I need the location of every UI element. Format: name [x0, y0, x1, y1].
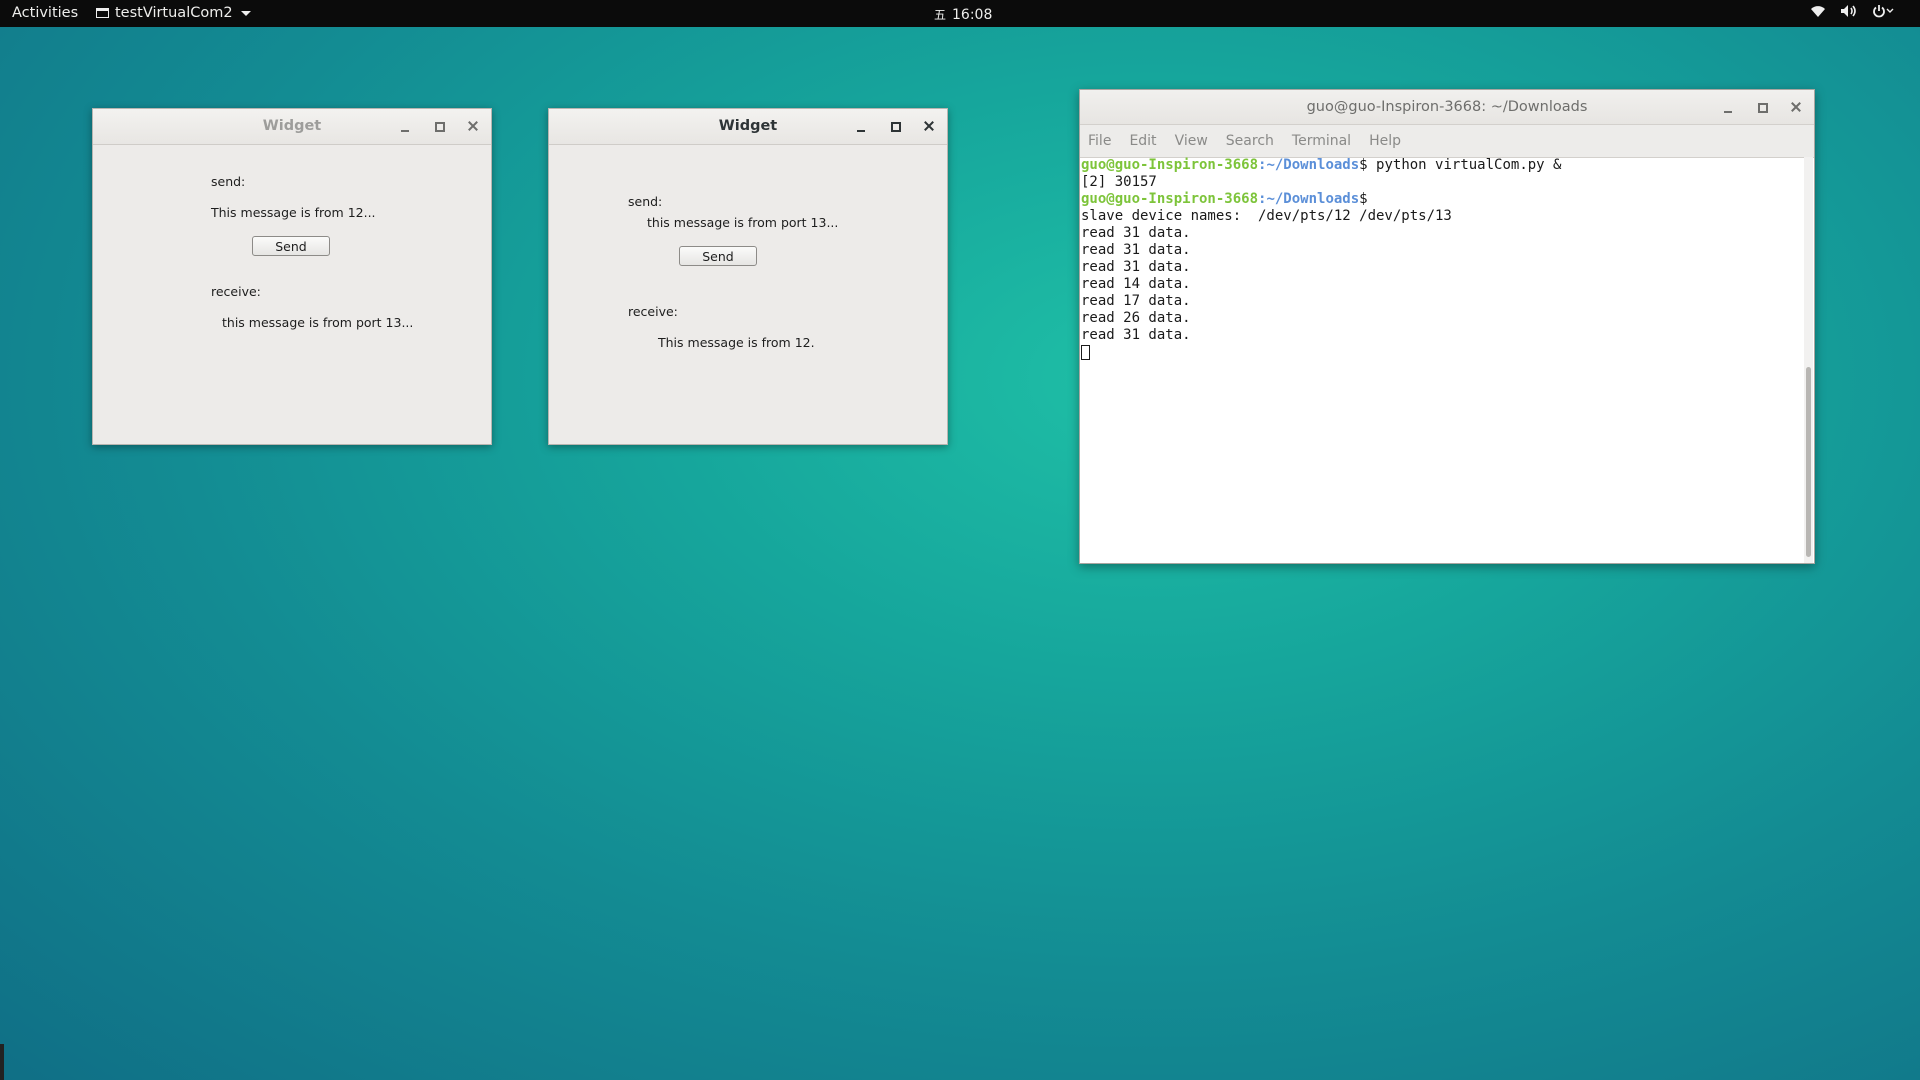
receive-text: This message is from 12.	[658, 335, 815, 350]
calendar-glyph: 五	[934, 8, 947, 22]
menu-edit[interactable]: Edit	[1129, 133, 1156, 149]
minimize-button[interactable]	[1720, 99, 1736, 115]
volume-icon	[1841, 5, 1856, 17]
power-icon	[1873, 5, 1894, 18]
clock[interactable]: 五 16:08	[934, 6, 992, 23]
titlebar[interactable]: Widget	[93, 109, 491, 145]
menu-search[interactable]: Search	[1226, 133, 1274, 149]
send-button[interactable]: Send	[252, 236, 330, 256]
send-label: send:	[211, 174, 246, 189]
menu-help[interactable]: Help	[1369, 133, 1401, 149]
scrollbar-thumb[interactable]	[1806, 367, 1811, 557]
terminal-line: read 31 data.	[1081, 259, 1191, 275]
hot-corner-edge	[0, 1044, 4, 1080]
prompt-tail: $	[1359, 191, 1368, 207]
text-cursor	[1081, 344, 1090, 360]
receive-label: receive:	[628, 304, 678, 319]
activities-button[interactable]: Activities	[12, 5, 78, 21]
terminal-line: slave device names: /dev/pts/12 /dev/pts…	[1081, 208, 1452, 224]
close-button[interactable]	[1788, 99, 1804, 115]
terminal-line: [2] 30157	[1081, 174, 1157, 190]
minimize-button[interactable]	[853, 118, 869, 134]
widget-window-right: Widget send: this message is from port 1…	[548, 108, 948, 445]
terminal-output[interactable]: guo@guo-Inspiron-3668:~/Downloads$ pytho…	[1081, 157, 1802, 563]
clock-time: 16:08	[952, 6, 993, 23]
terminal-window: guo@guo-Inspiron-3668: ~/Downloads File …	[1079, 89, 1815, 564]
scrollbar[interactable]	[1804, 157, 1813, 563]
widget-window-left: Widget send: This message is from 12... …	[92, 108, 492, 445]
send-text: This message is from 12...	[211, 205, 376, 220]
wifi-icon	[1811, 6, 1825, 17]
command-text: $ python virtualCom.py &	[1359, 157, 1562, 173]
chevron-down-icon	[240, 10, 251, 16]
terminal-line: guo@guo-Inspiron-3668:~/Downloads$	[1081, 191, 1802, 208]
receive-text: this message is from port 13...	[222, 315, 414, 330]
menu-bar: File Edit View Search Terminal Help	[1080, 125, 1814, 158]
menu-terminal[interactable]: Terminal	[1292, 133, 1351, 149]
maximize-button[interactable]	[431, 118, 447, 134]
titlebar[interactable]: Widget	[549, 109, 947, 145]
terminal-line: read 31 data.	[1081, 242, 1191, 258]
terminal-line: read 14 data.	[1081, 276, 1191, 292]
close-button[interactable]	[465, 118, 481, 134]
send-text: this message is from port 13...	[647, 215, 839, 230]
menu-file[interactable]: File	[1088, 133, 1111, 149]
terminal-line: guo@guo-Inspiron-3668:~/Downloads$ pytho…	[1081, 157, 1802, 174]
app-menu-label: testVirtualCom2	[115, 5, 233, 21]
menu-view[interactable]: View	[1175, 133, 1208, 149]
receive-label: receive:	[211, 284, 261, 299]
maximize-button[interactable]	[887, 118, 903, 134]
maximize-button[interactable]	[1754, 99, 1770, 115]
prompt-path: :~/Downloads	[1258, 157, 1360, 173]
prompt-user: guo@guo-Inspiron-3668	[1081, 157, 1259, 173]
send-label: send:	[628, 194, 663, 209]
send-button[interactable]: Send	[679, 246, 757, 266]
app-menu[interactable]: testVirtualCom2	[96, 5, 251, 21]
terminal-line: read 31 data.	[1081, 327, 1191, 343]
prompt-path: :~/Downloads	[1258, 191, 1360, 207]
window-icon	[96, 8, 109, 18]
terminal-line: read 31 data.	[1081, 225, 1191, 241]
prompt-user: guo@guo-Inspiron-3668	[1081, 191, 1259, 207]
terminal-line: read 26 data.	[1081, 310, 1191, 326]
titlebar[interactable]: guo@guo-Inspiron-3668: ~/Downloads	[1080, 90, 1814, 125]
terminal-line	[1081, 344, 1802, 361]
top-bar: Activities testVirtualCom2 五 16:08	[0, 0, 1920, 27]
status-area[interactable]	[1810, 4, 1894, 18]
window-title: guo@guo-Inspiron-3668: ~/Downloads	[1306, 99, 1588, 115]
minimize-button[interactable]	[397, 118, 413, 134]
close-button[interactable]	[921, 118, 937, 134]
terminal-line: read 17 data.	[1081, 293, 1191, 309]
